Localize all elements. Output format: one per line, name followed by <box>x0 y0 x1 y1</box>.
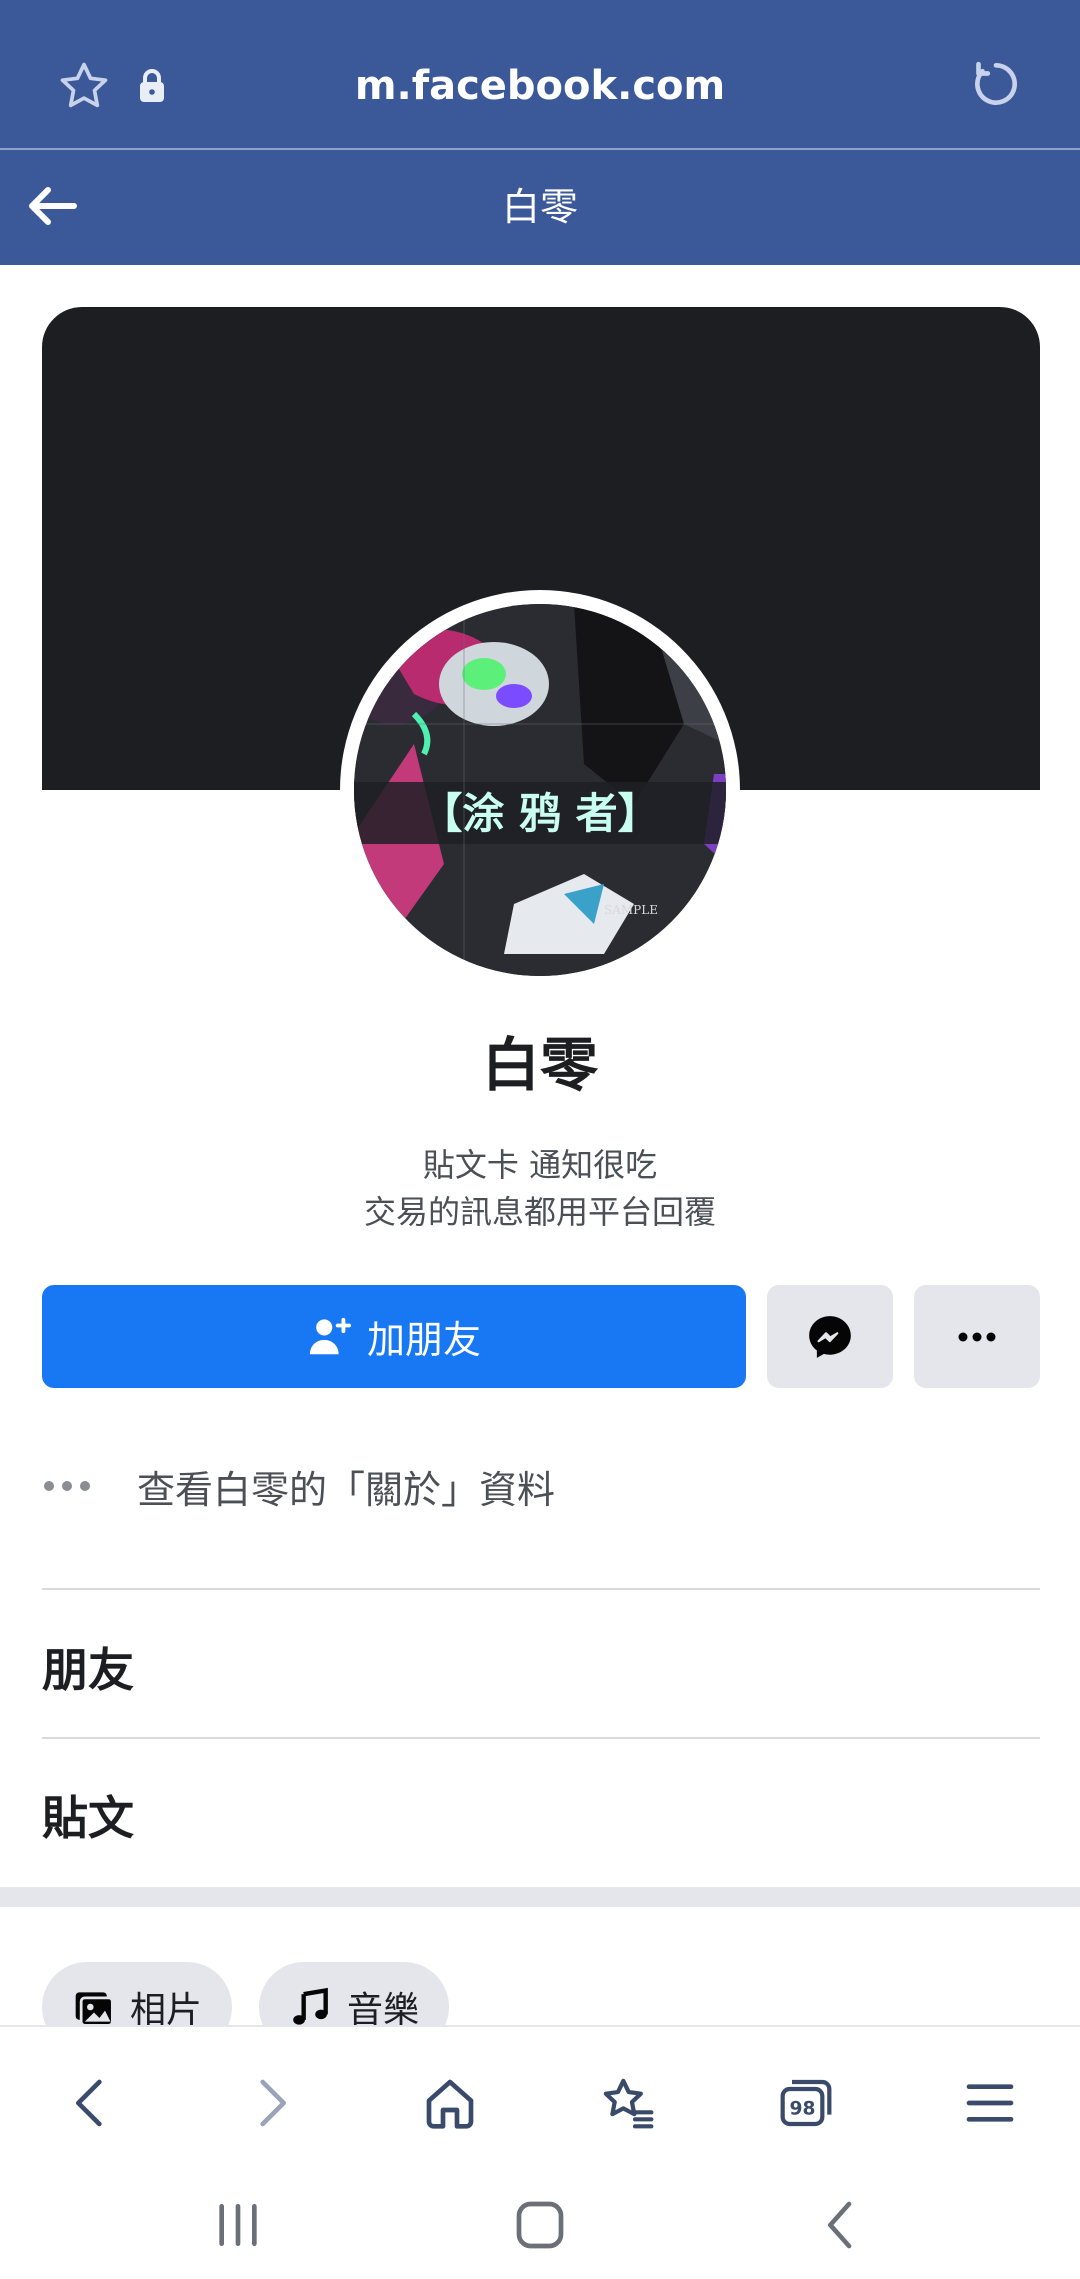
messenger-button[interactable] <box>767 1285 893 1388</box>
profile-bio-line1: 貼文卡 通知很吃 <box>422 1146 658 1184</box>
browser-back-icon[interactable] <box>62 2075 118 2131</box>
ellipsis-icon <box>44 1481 90 1491</box>
profile-picture[interactable]: 【涂 鸦 者】 SAMPLE <box>340 590 740 990</box>
messenger-icon <box>809 1315 851 1358</box>
tabs-button[interactable]: 98 <box>778 2075 834 2131</box>
music-note-icon <box>293 1987 328 2025</box>
about-label: 查看白零的「關於」資料 <box>137 1467 556 1512</box>
add-friend-button[interactable]: 加朋友 <box>42 1285 746 1388</box>
system-back-icon[interactable] <box>814 2197 870 2253</box>
add-friend-icon <box>309 1317 352 1354</box>
profile-name: 白零 <box>481 1031 598 1099</box>
page-title: 白零 <box>501 185 578 229</box>
browser-toolbar: 98 <box>0 2025 1080 2175</box>
more-dots-icon <box>958 1332 996 1341</box>
section-gap <box>0 1887 1080 1907</box>
profile-bio-line2: 交易的訊息都用平台回覆 <box>363 1193 716 1231</box>
friends-section-title[interactable]: 朋友 <box>42 1634 134 1700</box>
menu-icon[interactable] <box>962 2075 1018 2131</box>
home-icon[interactable] <box>422 2075 478 2131</box>
section-divider <box>42 1588 1040 1590</box>
browser-url-bar: m.facebook.com <box>0 0 1080 150</box>
recent-apps-icon[interactable] <box>210 2197 266 2253</box>
system-nav-bar <box>0 2175 1080 2279</box>
avatar-image: 【涂 鸦 者】 SAMPLE <box>354 604 726 976</box>
system-home-icon[interactable] <box>512 2197 568 2253</box>
about-link[interactable]: 查看白零的「關於」資料 <box>42 1456 555 1516</box>
photos-icon <box>75 1992 114 2027</box>
section-divider <box>42 1737 1040 1739</box>
browser-forward-icon[interactable] <box>244 2075 300 2131</box>
add-friend-label: 加朋友 <box>366 1318 481 1362</box>
reload-icon[interactable] <box>968 56 1024 112</box>
tabs-icon: 98 <box>780 2079 832 2127</box>
avatar-artwork-icon: 【涂 鸦 者】 SAMPLE <box>354 604 726 976</box>
tabs-count: 98 <box>790 2099 816 2120</box>
posts-section-title[interactable]: 貼文 <box>42 1782 134 1848</box>
url-text[interactable]: m.facebook.com <box>0 0 1080 148</box>
avatar-title-text: 【涂 鸦 者】 <box>420 789 659 838</box>
more-options-button[interactable] <box>914 1285 1040 1388</box>
avatar-sample-text: SAMPLE <box>604 903 658 917</box>
page-header: 白零 <box>0 150 1080 265</box>
bookmarks-icon[interactable] <box>600 2075 656 2131</box>
